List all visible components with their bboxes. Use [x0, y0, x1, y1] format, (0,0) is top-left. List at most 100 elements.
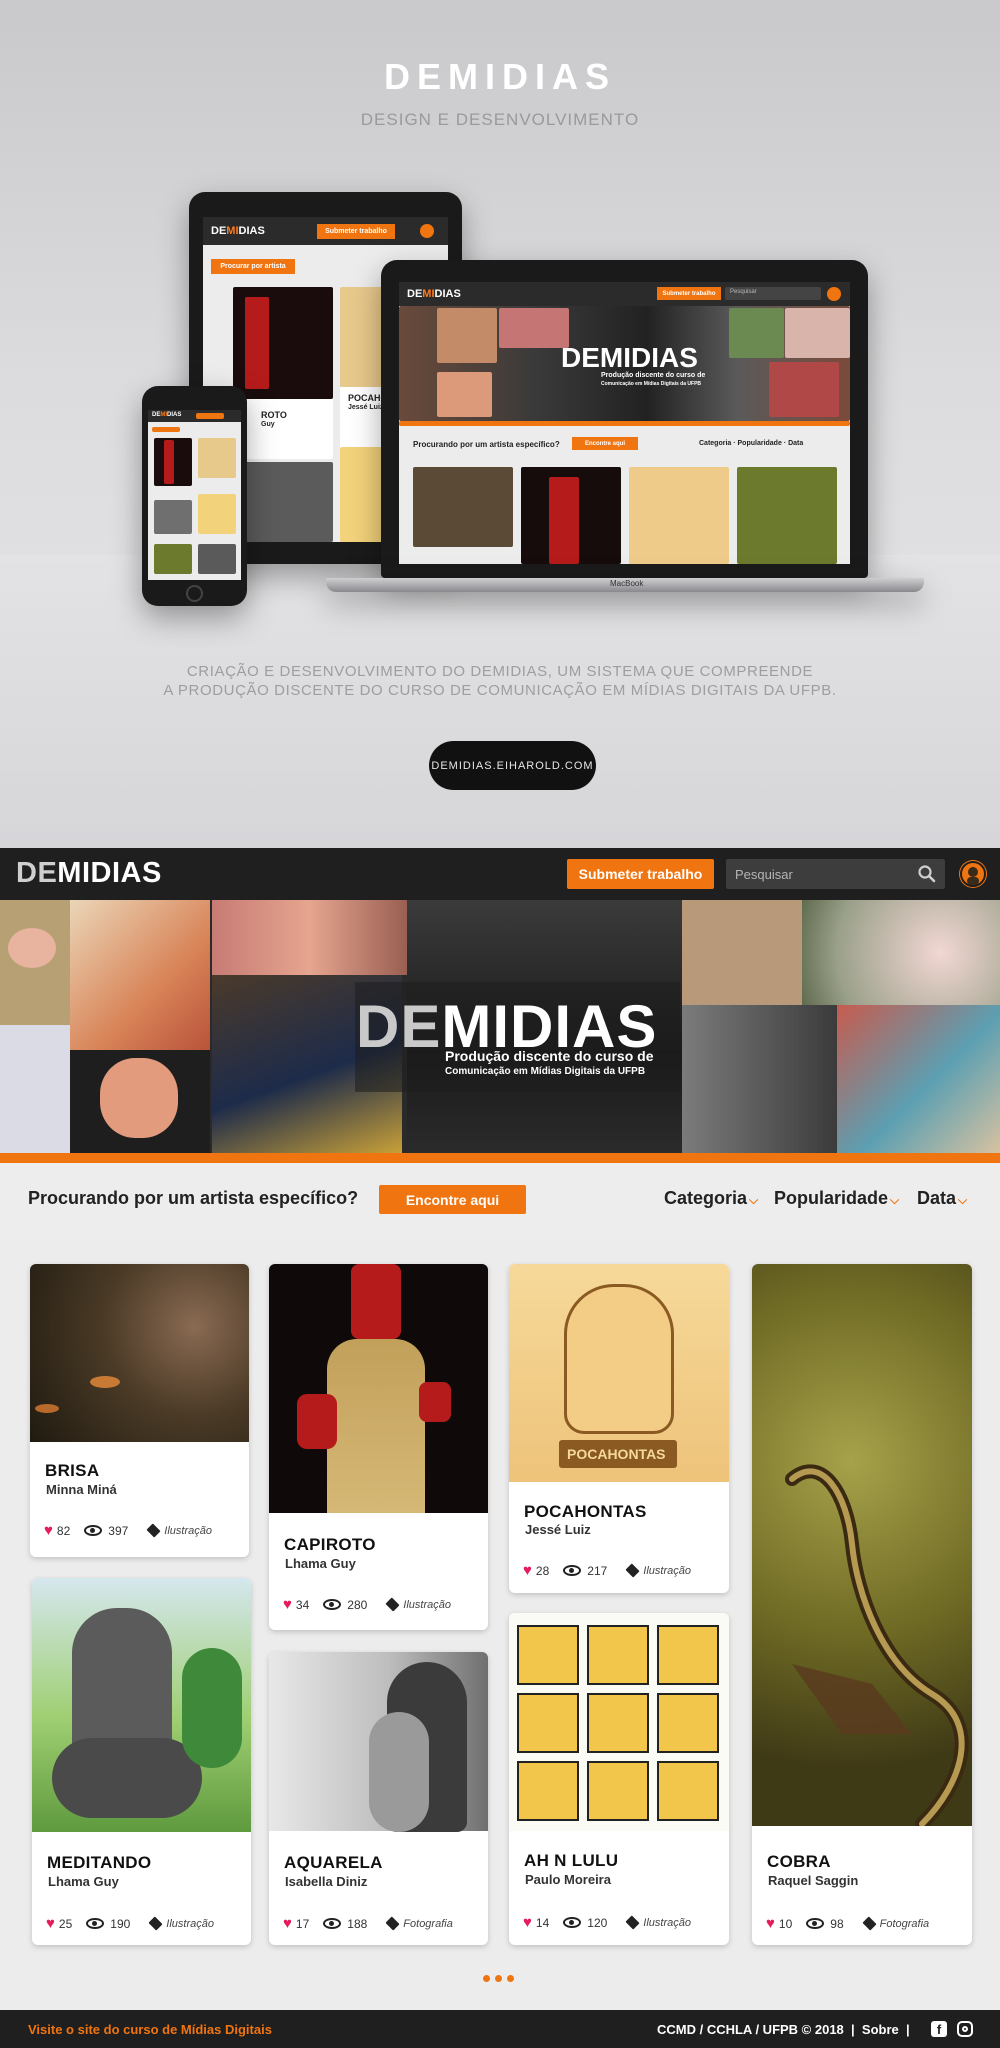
user-avatar[interactable] — [960, 861, 986, 887]
eye-icon — [323, 1599, 342, 1610]
artwork-author: Paulo Moreira — [525, 1872, 611, 1887]
laptop-banner-line1: Produção discente do curso de — [601, 372, 706, 379]
filter-popularity[interactable]: Popularidade ⌵ — [774, 1188, 899, 1209]
chevron-down-icon: ⌵ — [958, 1193, 968, 1207]
site-footer: Visite o site do curso de Mídias Digitai… — [0, 2010, 1000, 2048]
artwork-title: BRISA — [45, 1461, 100, 1480]
find-artist-button[interactable]: Encontre aqui — [379, 1185, 526, 1214]
heart-icon[interactable]: ♥ — [283, 1915, 292, 1932]
tag-icon — [625, 1915, 640, 1930]
artwork-card[interactable]: AH N LULU Paulo Moreira ♥ 14 120 Ilustraç… — [509, 1613, 729, 1945]
tablet-search-artist-button: Procurar por artista — [211, 259, 295, 274]
tag-icon — [862, 1916, 877, 1931]
artwork-stats: ♥ 10 98 Fotografia — [766, 1915, 930, 1932]
artwork-card[interactable]: COBRA Raquel Saggin ♥ 10 98 Fotografia — [752, 1264, 972, 1945]
instagram-icon[interactable] — [957, 2021, 973, 2037]
laptop-banner-logo: DEMIDIAS — [561, 342, 698, 373]
hero-banner: DEMIDIAS Produção discente do curso de C… — [0, 900, 1000, 1153]
eye-icon — [84, 1525, 103, 1536]
banner-art-flower — [802, 900, 1000, 1005]
banner-tagline: Produção discente do curso de — [445, 1048, 654, 1064]
artwork-author: Raquel Saggin — [768, 1873, 859, 1888]
tag-icon — [385, 1916, 400, 1931]
footer-credits: CCMD / CCHLA / UFPB © 2018 | Sobre | — [657, 2022, 910, 2037]
artwork-caption: POCAHONTAS — [567, 1446, 666, 1462]
eye-icon — [563, 1917, 582, 1928]
artist-question: Procurando por um artista específico? — [28, 1188, 359, 1208]
eye-icon — [323, 1918, 342, 1929]
artwork-author: Jessé Luiz — [525, 1522, 591, 1537]
banner-tagline-2: Comunicação em Mídias Digitais da UFPB — [445, 1066, 646, 1077]
chevron-down-icon: ⌵ — [749, 1193, 759, 1207]
search-input[interactable] — [726, 859, 945, 889]
phone-mockup: DEMIDIAS — [142, 386, 247, 606]
artwork-author: Minna Miná — [46, 1482, 117, 1497]
avatar-face-icon — [967, 867, 979, 885]
search-icon[interactable] — [917, 864, 937, 884]
artwork-title: AQUARELA — [284, 1853, 383, 1872]
artwork-title: POCAHONTAS — [524, 1502, 647, 1521]
laptop-banner-line2: Comunicação em Mídias Digitais da UFPB — [601, 381, 702, 387]
heart-icon[interactable]: ♥ — [46, 1915, 55, 1932]
banner-art-3 — [212, 900, 407, 975]
tablet-card1-author: Guy — [261, 421, 275, 428]
eye-icon — [563, 1565, 582, 1576]
artwork-card[interactable]: AQUARELA Isabella Diniz ♥ 17 188 Fotograf… — [269, 1652, 488, 1945]
tag-icon — [146, 1523, 161, 1538]
filter-category[interactable]: Categoria ⌵ — [664, 1188, 758, 1209]
heart-icon[interactable]: ♥ — [766, 1915, 775, 1932]
tag-icon — [385, 1597, 400, 1612]
tablet-logo: DEMIDIAS — [211, 225, 265, 237]
laptop-screen: DEMIDIAS Submeter trabalho Pesquisar DEM… — [399, 282, 850, 564]
laptop-mockup: DEMIDIAS Submeter trabalho Pesquisar DEM… — [381, 260, 868, 578]
banner-art-boy — [682, 1005, 837, 1153]
artwork-stats: ♥ 17 188 Fotografia — [283, 1915, 453, 1932]
about-link[interactable]: Sobre — [862, 2022, 899, 2037]
artwork-card[interactable]: MEDITANDO Lhama Guy ♥ 25 190 Ilustração — [32, 1578, 251, 1945]
load-more-indicator[interactable] — [483, 1975, 514, 1982]
chevron-down-icon: ⌵ — [890, 1193, 900, 1207]
presentation-title: DEMIDIAS — [383, 56, 616, 97]
artwork-card[interactable]: POCAHONTAS POCAHONTAS Jessé Luiz ♥ 28 217… — [509, 1264, 729, 1593]
artwork-stats: ♥ 34 280 Ilustração — [283, 1596, 451, 1613]
tablet-submit-button: Submeter trabalho — [317, 224, 395, 239]
banner-art-6 — [682, 900, 802, 1005]
banner-art-fox — [70, 900, 210, 1050]
laptop-find-button: Encontre aqui — [572, 437, 638, 450]
banner-art-2 — [0, 1025, 70, 1153]
artwork-image — [30, 1264, 249, 1442]
tag-icon — [625, 1563, 640, 1578]
facebook-icon[interactable]: f — [931, 2021, 947, 2037]
artwork-stats: ♥ 14 120 Ilustração — [523, 1914, 691, 1931]
artwork-author: Lhama Guy — [48, 1874, 119, 1889]
heart-icon[interactable]: ♥ — [44, 1522, 53, 1539]
laptop-logo: DEMIDIAS — [407, 288, 461, 300]
eye-icon — [86, 1918, 105, 1929]
site-navbar: DEMIDIAS Submeter trabalho — [0, 848, 1000, 900]
artwork-stats: ♥ 25 190 Ilustração — [46, 1915, 214, 1932]
artwork-stats: ♥ 28 217 Ilustração — [523, 1562, 691, 1579]
heart-icon[interactable]: ♥ — [283, 1596, 292, 1613]
accent-stripe — [0, 1153, 1000, 1163]
artwork-title: COBRA — [767, 1852, 831, 1871]
artwork-title: CAPIROTO — [284, 1535, 376, 1554]
laptop-submit-button: Submeter trabalho — [657, 287, 721, 300]
heart-icon[interactable]: ♥ — [523, 1914, 532, 1931]
snake-illustration — [785, 1464, 969, 1826]
eye-icon — [806, 1918, 825, 1929]
course-site-link[interactable]: Visite o site do curso de Mídias Digitai… — [28, 2022, 272, 2037]
artwork-card[interactable]: CAPIROTO Lhama Guy ♥ 34 280 Ilustração — [269, 1264, 488, 1630]
submit-work-button[interactable]: Submeter trabalho — [567, 859, 714, 889]
artwork-title: AH N LULU — [524, 1851, 619, 1870]
tablet-card2-author: Jessé Luiz — [348, 404, 384, 411]
artwork-stats: ♥ 82 397 Ilustração — [44, 1522, 212, 1539]
tablet-card1-title: ROTO — [261, 410, 287, 420]
artwork-card[interactable]: BRISA Minna Miná ♥ 82 397 Ilustração — [30, 1264, 249, 1557]
site-link-button[interactable]: DEMIDIAS.EIHAROLD.COM — [429, 741, 596, 790]
filter-date[interactable]: Data ⌵ — [917, 1188, 967, 1209]
site-logo[interactable]: DEMIDIAS — [16, 857, 162, 890]
tag-icon — [148, 1916, 163, 1931]
heart-icon[interactable]: ♥ — [523, 1562, 532, 1579]
artwork-author: Isabella Diniz — [285, 1874, 368, 1889]
presentation-description: CRIAÇÃO E DESENVOLVIMENTO DO DEMIDIAS, U… — [163, 663, 837, 699]
